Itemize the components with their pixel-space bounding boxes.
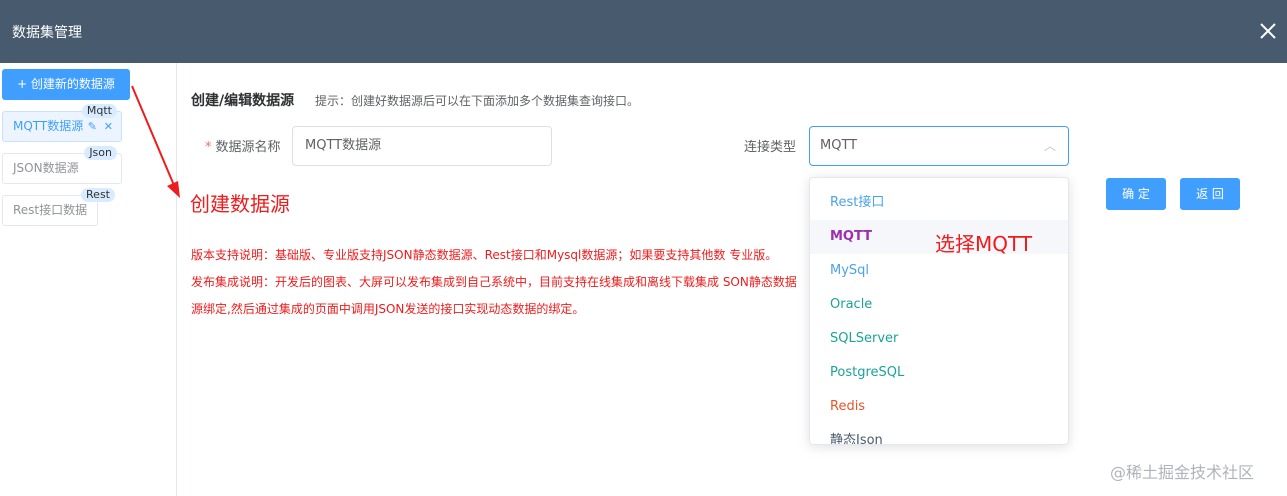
back-button[interactable]: 返 回: [1180, 178, 1240, 210]
option-oracle[interactable]: Oracle: [810, 288, 1068, 322]
edit-icon[interactable]: ✎: [88, 112, 97, 141]
create-datasource-button[interactable]: + 创建新的数据源: [2, 69, 130, 100]
option-redis[interactable]: Redis: [810, 390, 1068, 424]
datasource-name-input[interactable]: MQTT数据源: [292, 126, 552, 166]
connection-type-label: 连接类型: [744, 140, 797, 155]
dialog-header: 数据集管理: [0, 0, 1287, 63]
annotation-select-mqtt: 选择MQTT: [935, 232, 1033, 256]
close-icon[interactable]: [1257, 20, 1279, 42]
dialog-title: 数据集管理: [12, 25, 82, 41]
form-hint: 提示：创建好数据源后可以在下面添加多个数据集查询接口。: [315, 94, 640, 108]
datasource-item-mqtt[interactable]: MQTT数据源 Mqtt ✎ ✕: [2, 104, 122, 142]
close-icon[interactable]: ✕: [104, 112, 113, 141]
option-rest[interactable]: Rest接口: [810, 186, 1068, 220]
datasource-name-label-text: 数据源名称: [215, 140, 281, 155]
datasource-sidebar: + 创建新的数据源 MQTT数据源 Mqtt ✎ ✕ JSON数据源 Json …: [0, 63, 177, 496]
datasource-item-rest[interactable]: Rest接口数据 Rest: [2, 188, 115, 226]
datasource-name-label: * 数据源名称: [205, 136, 281, 155]
annotation-create-datasource: 创建数据源: [190, 192, 290, 216]
confirm-button[interactable]: 确 定: [1106, 178, 1166, 210]
watermark: @稀土掘金技术社区: [1110, 463, 1255, 482]
option-mysql[interactable]: MySql: [810, 254, 1068, 288]
option-sqlserver[interactable]: SQLServer: [810, 322, 1068, 356]
required-icon: *: [205, 140, 212, 155]
connection-type-select[interactable]: MQTT ︿: [809, 126, 1069, 166]
option-static-json[interactable]: 静态Json: [810, 424, 1068, 444]
datasource-label: MQTT数据源: [13, 119, 84, 133]
datasource-item-json[interactable]: JSON数据源 Json: [2, 146, 122, 184]
option-postgresql[interactable]: PostgreSQL: [810, 356, 1068, 390]
datasource-tag: Rest: [81, 188, 115, 202]
datasource-label: Rest接口数据: [13, 203, 88, 217]
connection-type-dropdown: Rest接口 MQTT MySql Oracle SQLServer Postg…: [809, 177, 1069, 445]
datasource-tag: Json: [84, 146, 117, 160]
connection-type-value: MQTT: [820, 138, 858, 153]
datasource-label: JSON数据源: [13, 161, 79, 175]
form-heading: 创建/编辑数据源: [191, 93, 295, 109]
chevron-up-icon: ︿: [1043, 139, 1056, 153]
